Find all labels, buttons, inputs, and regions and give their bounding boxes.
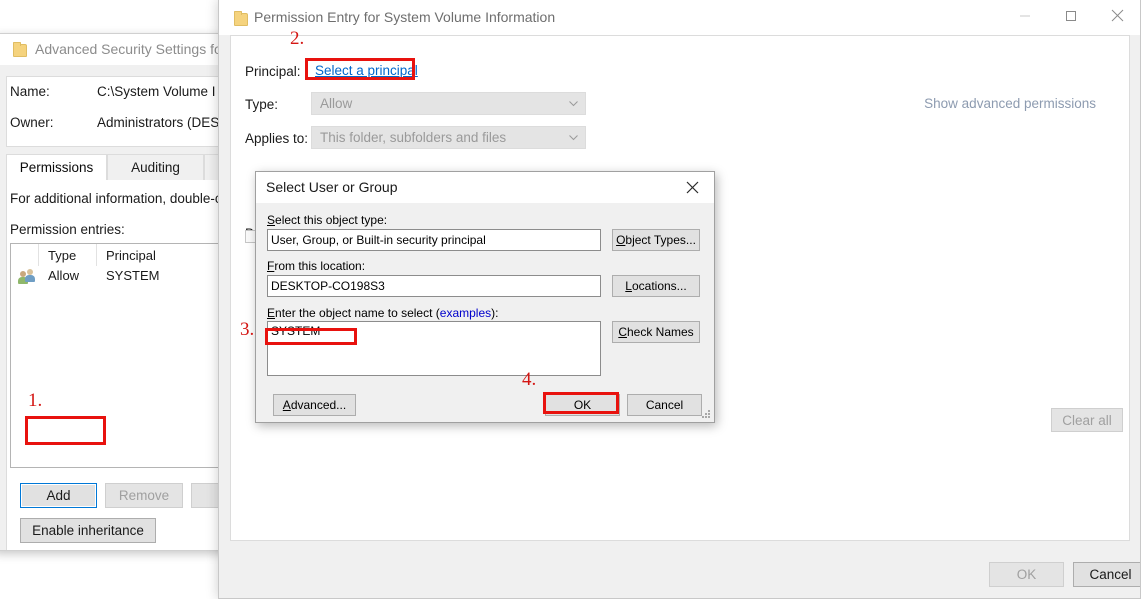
applies-to-dropdown[interactable]: This folder, subfolders and files <box>311 126 586 149</box>
select-user-cancel-button[interactable]: Cancel <box>627 394 702 416</box>
row-type: Allow <box>48 268 80 283</box>
folder-icon <box>13 42 27 57</box>
row-principal: SYSTEM <box>106 268 160 283</box>
additional-information-text: For additional information, double-c <box>10 191 222 206</box>
check-names-button-label: Check Names <box>618 325 694 339</box>
type-label: Type: <box>245 97 279 112</box>
location-value: DESKTOP-CO198S3 <box>271 279 385 293</box>
remove-button: Remove <box>105 483 183 508</box>
object-types-button[interactable]: Object Types... <box>612 229 700 251</box>
object-type-label-text: elect this object type: <box>275 213 388 227</box>
folder-icon <box>234 11 248 26</box>
show-advanced-permissions-link[interactable]: Show advanced permissions <box>924 96 1096 111</box>
advanced-security-settings-window: Advanced Security Settings for Syst Name… <box>0 33 235 551</box>
select-user-titlebar[interactable]: Select User or Group <box>256 172 714 203</box>
tabstrip: Permissions Auditing E <box>6 154 234 181</box>
minimize-icon[interactable] <box>1002 0 1048 31</box>
select-user-title: Select User or Group <box>266 179 398 195</box>
cancel-button[interactable]: Cancel <box>1073 562 1140 587</box>
advanced-security-body: Name: C:\System Volume I Owner: Administ… <box>0 65 234 550</box>
chevron-down-icon <box>569 100 578 106</box>
select-user-ok-button[interactable]: OK <box>545 394 620 416</box>
clear-all-button: Clear all <box>1051 408 1123 432</box>
type-value: Allow <box>320 96 353 111</box>
from-this-location-label: From this location: <box>267 259 366 273</box>
owner-label: Owner: <box>10 115 54 130</box>
ok-button: OK <box>989 562 1064 587</box>
type-dropdown[interactable]: Allow <box>311 92 586 115</box>
name-label: Name: <box>10 84 50 99</box>
column-header-icon[interactable] <box>11 244 39 266</box>
advanced-button[interactable]: Advanced... <box>273 394 356 416</box>
enable-inheritance-button[interactable]: Enable inheritance <box>20 518 156 543</box>
owner-value: Administrators (DES <box>97 115 220 130</box>
permission-entry-titlebar[interactable]: Permission Entry for System Volume Infor… <box>219 0 1140 35</box>
principal-label: Principal: <box>245 64 301 79</box>
check-names-button[interactable]: Check Names <box>612 321 700 343</box>
locations-button-label: Locations... <box>625 279 687 293</box>
chevron-down-icon <box>569 134 578 140</box>
column-header-principal[interactable]: Principal <box>97 244 234 266</box>
object-type-label: Select this object type: <box>267 213 388 227</box>
object-name-input[interactable]: SYSTEM <box>267 321 601 376</box>
tab-permissions[interactable]: Permissions <box>6 154 107 181</box>
permission-entry-footer: OK Cancel <box>230 548 1140 590</box>
add-button[interactable]: Add <box>20 483 97 508</box>
select-a-principal-link[interactable]: Select a principal <box>315 63 418 78</box>
applies-to-value: This folder, subfolders and files <box>320 130 507 145</box>
close-icon[interactable] <box>670 172 714 203</box>
tab-auditing[interactable]: Auditing <box>107 154 204 181</box>
object-type-field[interactable]: User, Group, or Built-in security princi… <box>267 229 601 251</box>
enter-object-name-label: Enter the object name to select (example… <box>267 306 499 320</box>
users-icon <box>18 269 35 284</box>
maximize-icon[interactable] <box>1048 0 1094 31</box>
advanced-security-titlebar: Advanced Security Settings for Syst <box>0 34 234 65</box>
location-field[interactable]: DESKTOP-CO198S3 <box>267 275 601 297</box>
permission-entry-title: Permission Entry for System Volume Infor… <box>254 9 556 25</box>
select-user-or-group-dialog: Select User or Group Select this object … <box>255 171 715 423</box>
advanced-button-label: Advanced... <box>282 398 347 412</box>
object-name-value: SYSTEM <box>271 324 321 338</box>
column-header-type[interactable]: Type <box>39 244 97 266</box>
permission-entries-list[interactable]: Type Principal Allow SYSTEM <box>10 243 234 468</box>
name-value: C:\System Volume I <box>97 84 216 99</box>
table-row[interactable]: Allow SYSTEM <box>11 266 234 288</box>
advanced-security-title: Advanced Security Settings for Syst <box>35 41 234 57</box>
object-types-button-label: Object Types... <box>616 233 696 247</box>
resize-grip[interactable] <box>701 409 711 419</box>
examples-link[interactable]: examples <box>440 306 491 320</box>
object-type-value: User, Group, or Built-in security princi… <box>271 233 486 247</box>
permission-entries-label: Permission entries: <box>10 222 125 237</box>
locations-button[interactable]: Locations... <box>612 275 700 297</box>
list-header: Type Principal <box>11 244 234 266</box>
close-icon[interactable] <box>1094 0 1140 31</box>
select-user-body: Select this object type: User, Group, or… <box>256 203 714 422</box>
applies-to-label: Applies to: <box>245 131 309 146</box>
